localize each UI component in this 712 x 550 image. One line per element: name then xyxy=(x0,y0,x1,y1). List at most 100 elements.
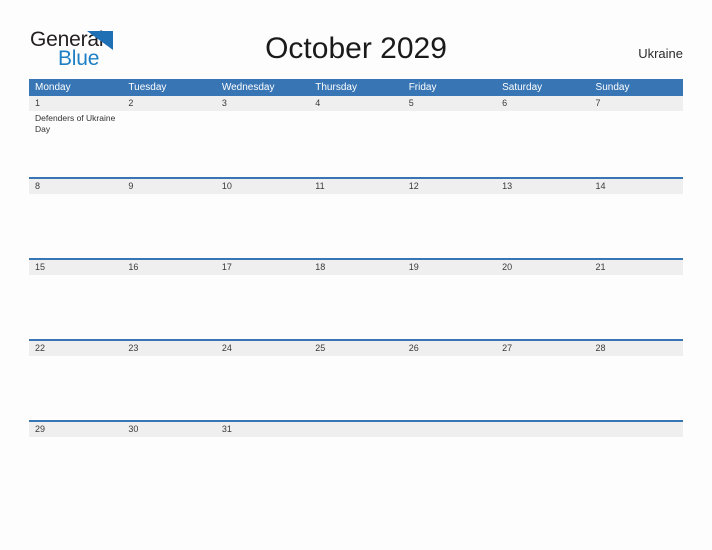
calendar-week-inner: 1 Defenders of Ukraine Day 2 3 4 5 6 7 xyxy=(29,96,683,177)
calendar-day-cell[interactable]: 12 xyxy=(402,179,497,258)
weekday-header-saturday: Saturday xyxy=(502,82,543,93)
calendar-day-cell[interactable]: 24 xyxy=(215,341,310,420)
calendar-day-cell[interactable]: 2 xyxy=(122,96,216,177)
calendar-day-band: 7 xyxy=(589,96,683,111)
calendar-day-number: 19 xyxy=(408,262,419,272)
calendar-day-cell[interactable] xyxy=(402,422,497,501)
calendar-day-events xyxy=(216,275,309,277)
calendar-day-number: 22 xyxy=(35,343,46,353)
calendar-day-number: 2 xyxy=(128,98,134,108)
calendar-event-label: Defenders of Ukraine Day xyxy=(35,113,116,134)
calendar-day-number: 25 xyxy=(315,343,326,353)
calendar-week-inner: 15 16 17 18 19 20 21 xyxy=(29,260,683,339)
calendar-day-cell[interactable]: 26 xyxy=(402,341,497,420)
calendar-day-cell[interactable]: 13 xyxy=(496,179,590,258)
calendar-day-events xyxy=(590,275,683,277)
calendar-day-cell[interactable]: 27 xyxy=(496,341,590,420)
calendar-day-events xyxy=(590,356,683,358)
calendar-day-band: 19 xyxy=(402,260,497,275)
calendar-day-number: 30 xyxy=(128,424,139,434)
calendar-day-events xyxy=(496,111,589,113)
calendar-day-cell[interactable]: 3 xyxy=(215,96,310,177)
calendar-day-number: 10 xyxy=(221,181,232,191)
calendar-day-cell[interactable]: 11 xyxy=(309,179,403,258)
calendar-day-band xyxy=(589,422,683,437)
calendar-day-cell[interactable] xyxy=(589,422,683,501)
calendar-day-cell[interactable]: 6 xyxy=(496,96,590,177)
page-header: General Blue October 2029 Ukraine xyxy=(0,0,712,79)
calendar-day-number: 26 xyxy=(408,343,419,353)
calendar-day-events xyxy=(403,275,496,277)
calendar-day-band: 21 xyxy=(589,260,683,275)
weekday-header-sunday: Sunday xyxy=(595,82,630,93)
calendar-day-cell[interactable]: 4 xyxy=(309,96,403,177)
calendar-day-band xyxy=(309,422,403,437)
page-title: October 2029 xyxy=(265,32,447,65)
calendar-day-band: 17 xyxy=(215,260,310,275)
weekday-header-wednesday: Wednesday xyxy=(221,82,275,93)
calendar-day-cell[interactable]: 5 xyxy=(402,96,497,177)
calendar-day-cell[interactable]: 21 xyxy=(589,260,683,339)
calendar-day-band: 24 xyxy=(215,341,310,356)
calendar-day-cell[interactable]: 17 xyxy=(215,260,310,339)
calendar-day-cell[interactable]: 29 xyxy=(29,422,123,501)
calendar-day-events xyxy=(496,437,589,439)
calendar-day-events xyxy=(216,194,309,196)
calendar-day-band: 30 xyxy=(122,422,216,437)
calendar-day-band: 31 xyxy=(215,422,310,437)
weekday-header-thursday: Thursday xyxy=(315,82,357,93)
calendar-day-number: 4 xyxy=(315,98,321,108)
calendar-day-cell[interactable]: 18 xyxy=(309,260,403,339)
calendar-day-number: 5 xyxy=(408,98,414,108)
calendar-day-number: 28 xyxy=(595,343,606,353)
calendar-day-number: 1 xyxy=(35,98,41,108)
calendar-day-events xyxy=(496,275,589,277)
calendar-day-cell[interactable]: 14 xyxy=(589,179,683,258)
calendar-day-cell[interactable]: 1 Defenders of Ukraine Day xyxy=(29,96,123,177)
calendar-day-number: 27 xyxy=(502,343,513,353)
calendar-day-cell[interactable] xyxy=(496,422,590,501)
calendar-day-cell[interactable]: 20 xyxy=(496,260,590,339)
calendar-day-events xyxy=(496,194,589,196)
calendar-day-events xyxy=(309,275,402,277)
calendar-day-band xyxy=(496,422,590,437)
calendar-day-events xyxy=(122,194,215,196)
calendar-day-band: 15 xyxy=(29,260,123,275)
calendar-day-cell[interactable]: 30 xyxy=(122,422,216,501)
calendar-day-cell[interactable]: 7 xyxy=(589,96,683,177)
calendar-day-cell[interactable]: 16 xyxy=(122,260,216,339)
calendar-day-cell[interactable]: 25 xyxy=(309,341,403,420)
calendar-day-cell[interactable]: 8 xyxy=(29,179,123,258)
calendar-day-cell[interactable] xyxy=(309,422,403,501)
calendar-day-cell[interactable]: 31 xyxy=(215,422,310,501)
calendar-day-events xyxy=(29,356,122,358)
calendar-day-band: 8 xyxy=(29,179,123,194)
calendar-day-band: 18 xyxy=(309,260,403,275)
calendar-day-cell[interactable]: 23 xyxy=(122,341,216,420)
calendar-day-cell[interactable]: 19 xyxy=(402,260,497,339)
calendar-day-cell[interactable]: 22 xyxy=(29,341,123,420)
calendar-day-cell[interactable]: 10 xyxy=(215,179,310,258)
calendar-day-events xyxy=(403,111,496,113)
calendar-day-band: 22 xyxy=(29,341,123,356)
calendar-day-cell[interactable]: 15 xyxy=(29,260,123,339)
calendar-day-number: 17 xyxy=(221,262,232,272)
calendar-day-number: 8 xyxy=(35,181,41,191)
calendar-day-number: 15 xyxy=(35,262,46,272)
calendar-day-number: 16 xyxy=(128,262,139,272)
calendar-day-events xyxy=(122,111,215,113)
calendar-day-events xyxy=(403,356,496,358)
calendar-day-band: 11 xyxy=(309,179,403,194)
calendar-day-cell[interactable]: 28 xyxy=(589,341,683,420)
calendar-week-inner: 22 23 24 25 26 27 28 xyxy=(29,341,683,420)
calendar-week-inner: 29 30 31 xyxy=(29,422,683,501)
calendar-day-band: 13 xyxy=(496,179,590,194)
weekday-header-monday: Monday xyxy=(35,82,71,93)
calendar-day-band: 27 xyxy=(496,341,590,356)
calendar-day-band: 23 xyxy=(122,341,216,356)
calendar-day-band: 26 xyxy=(402,341,497,356)
calendar-day-cell[interactable]: 9 xyxy=(122,179,216,258)
calendar-day-number: 20 xyxy=(502,262,513,272)
calendar-day-band: 4 xyxy=(309,96,403,111)
calendar-day-events xyxy=(403,437,496,439)
